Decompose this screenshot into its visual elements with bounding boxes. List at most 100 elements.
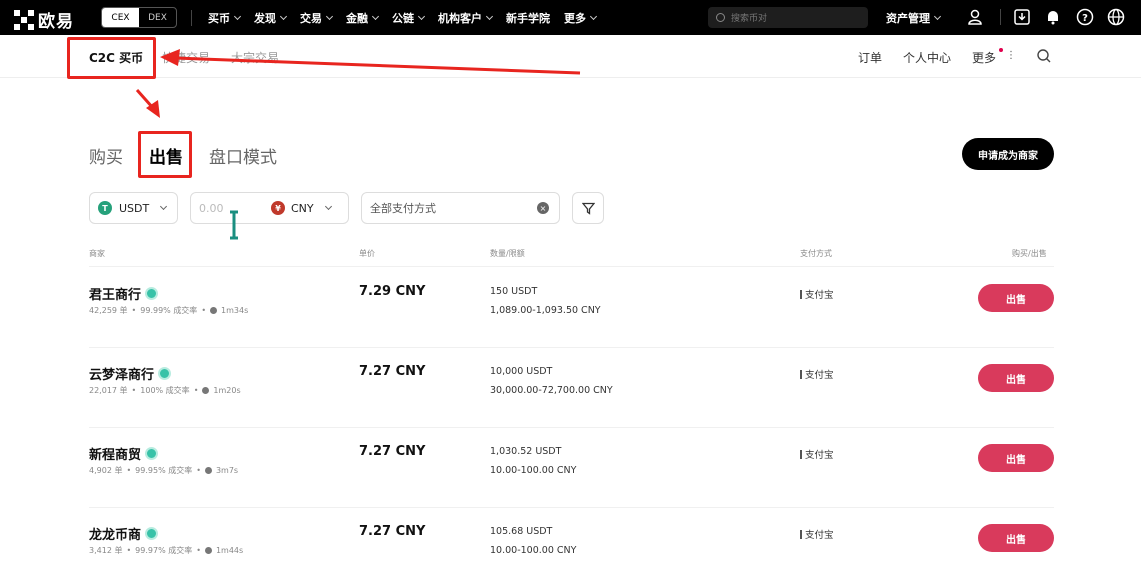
coin-select[interactable]: T USDT <box>89 192 178 224</box>
nav-chain[interactable]: 公链 <box>392 10 426 26</box>
main-nav: 买币 发现 交易 金融 公链 机构客户 新手学院 更多 <box>208 0 610 35</box>
order-limit: 30,000.00-72,700.00 CNY <box>490 385 613 396</box>
subnav-orders[interactable]: 订单 <box>858 49 882 66</box>
alipay-marker-icon <box>800 449 802 459</box>
verified-icon <box>158 367 172 380</box>
c2c-subnav: C2C 买币 快捷交易 大宗交易 订单 个人中心 更多 ⋮ <box>0 35 1141 78</box>
dot-separator: • <box>126 466 132 475</box>
merchant-name-text: 新程商贸 <box>89 448 142 463</box>
tab-sell[interactable]: 出售 <box>149 143 183 168</box>
alipay-marker-icon <box>800 289 802 299</box>
chevron-down-icon[interactable] <box>324 202 332 211</box>
sell-button[interactable]: 出售 <box>978 524 1054 552</box>
globe-icon[interactable] <box>1107 8 1125 26</box>
clock-icon <box>202 387 210 394</box>
search-icon[interactable] <box>1036 48 1052 64</box>
nav-academy[interactable]: 新手学院 <box>506 10 550 26</box>
subnav-block-trade[interactable]: 大宗交易 <box>231 49 279 66</box>
row-divider <box>89 507 1054 508</box>
cex-option[interactable]: CEX <box>102 8 139 27</box>
nav-more[interactable]: 更多 <box>564 10 598 26</box>
completion-rate: 100% 成交率 <box>140 386 190 395</box>
amount-input[interactable]: 0.00 ¥ CNY <box>190 192 349 224</box>
nav-discover[interactable]: 发现 <box>254 10 288 26</box>
order-count: 3,412 单 <box>89 546 123 555</box>
highlight-c2c-buy <box>67 37 156 79</box>
clock-icon <box>204 467 212 474</box>
payment-method: 支付宝 <box>800 447 834 461</box>
avg-time: 1m44s <box>215 546 244 555</box>
nav-label: 买币 <box>208 11 230 25</box>
chevron-down-icon <box>485 12 494 20</box>
order-count: 22,017 单 <box>89 386 128 395</box>
merchant-name[interactable]: 云梦泽商行 <box>89 364 172 383</box>
dot-separator: • <box>126 546 132 555</box>
clear-icon[interactable]: × <box>537 202 549 214</box>
alipay-marker-icon <box>800 529 802 539</box>
chevron-down-icon <box>417 12 426 20</box>
dot-separator: • <box>196 546 201 555</box>
order-limit: 1,089.00-1,093.50 CNY <box>490 305 601 316</box>
logo-text: 欧易 <box>38 12 74 32</box>
order-limit: 10.00-100.00 CNY <box>490 465 577 476</box>
download-icon[interactable] <box>1013 8 1031 26</box>
subnav-express[interactable]: 快捷交易 <box>162 49 210 66</box>
icon-divider <box>1000 9 1001 25</box>
merchant-name-text: 君王商行 <box>89 288 142 303</box>
nav-trade[interactable]: 交易 <box>300 10 334 26</box>
nav-label: 机构客户 <box>438 11 482 25</box>
verified-icon <box>145 527 159 540</box>
sell-button[interactable]: 出售 <box>978 364 1054 392</box>
sell-button[interactable]: 出售 <box>978 444 1054 472</box>
okx-logo-icon <box>14 9 34 30</box>
asset-management-menu[interactable]: 资产管理 <box>886 10 942 26</box>
header-merchant: 商家 <box>89 249 105 258</box>
help-icon[interactable]: ? <box>1076 8 1094 26</box>
merchant-name-text: 龙龙币商 <box>89 528 142 543</box>
nav-divider <box>191 10 192 26</box>
subnav-profile[interactable]: 个人中心 <box>903 49 951 66</box>
nav-buy-crypto[interactable]: 买币 <box>208 10 242 26</box>
dot-separator: • <box>196 466 201 475</box>
tab-buy[interactable]: 购买 <box>89 143 123 168</box>
merchant-stats: 22,017 单 • 100% 成交率 • 1m20s <box>89 385 241 396</box>
funnel-icon <box>581 202 595 215</box>
merchant-name[interactable]: 君王商行 <box>89 284 159 303</box>
fiat-value[interactable]: CNY <box>291 202 314 215</box>
merchant-name[interactable]: 龙龙币商 <box>89 524 159 543</box>
order-count: 42,259 单 <box>89 306 128 315</box>
coin-value: USDT <box>119 201 150 215</box>
dex-option[interactable]: DEX <box>139 8 176 27</box>
nav-label: 更多 <box>564 11 586 25</box>
merchant-name[interactable]: 新程商贸 <box>89 444 159 463</box>
available-qty: 150 USDT <box>490 286 538 297</box>
payment-method: 支付宝 <box>800 287 834 301</box>
filter-button[interactable] <box>572 192 604 224</box>
okx-logo[interactable]: 欧易 <box>14 7 74 32</box>
payment-value: 全部支付方式 <box>370 202 436 215</box>
dot-separator: • <box>201 306 207 315</box>
row-divider <box>89 427 1054 428</box>
merchant-stats: 4,902 单 • 99.95% 成交率 • 3m7s <box>89 465 238 476</box>
completion-rate: 99.95% 成交率 <box>135 466 193 475</box>
available-qty: 105.68 USDT <box>490 526 553 537</box>
payment-text: 支付宝 <box>805 370 834 381</box>
nav-institutional[interactable]: 机构客户 <box>438 10 494 26</box>
subnav-more[interactable]: 更多 <box>972 49 996 66</box>
header-action: 购买/出售 <box>1012 249 1047 258</box>
become-merchant-button[interactable]: 申请成为商家 <box>962 138 1054 170</box>
chevron-down-icon <box>589 12 598 20</box>
sell-button[interactable]: 出售 <box>978 284 1054 312</box>
user-icon[interactable] <box>966 8 984 26</box>
bell-icon[interactable] <box>1044 8 1062 26</box>
top-search-input[interactable]: 搜索币对 <box>708 7 868 28</box>
dot-separator: • <box>131 386 137 395</box>
payment-method-select[interactable]: 全部支付方式 × <box>361 192 560 224</box>
more-dots-icon[interactable]: ⋮ <box>1006 50 1016 61</box>
cex-dex-toggle[interactable]: CEX DEX <box>101 7 177 28</box>
search-placeholder: 搜索币对 <box>731 14 768 24</box>
dot-separator: • <box>193 386 199 395</box>
tab-orderbook[interactable]: 盘口模式 <box>209 143 277 168</box>
clock-icon <box>204 547 212 554</box>
nav-finance[interactable]: 金融 <box>346 10 380 26</box>
